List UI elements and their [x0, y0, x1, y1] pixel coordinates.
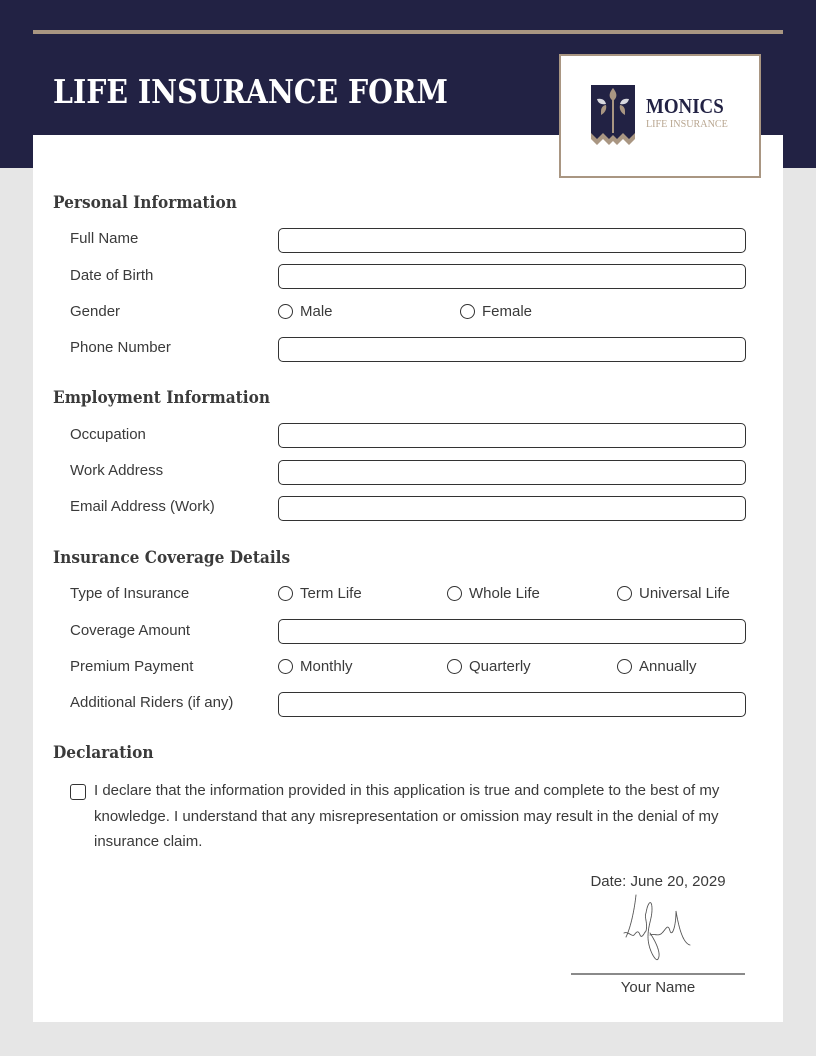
date-of-birth-label: Date of Birth [70, 267, 154, 284]
email-work-label: Email Address (Work) [70, 498, 215, 515]
email-work-input[interactable] [278, 496, 746, 521]
type-of-insurance-label: Type of Insurance [70, 585, 190, 602]
radio-label: Term Life [300, 585, 362, 602]
radio-label: Quarterly [469, 658, 531, 675]
company-logo: MONICS LIFE INSURANCE [559, 54, 761, 178]
radio-label: Whole Life [469, 585, 540, 602]
radio-label: Universal Life [639, 585, 730, 602]
premium-radio-monthly[interactable]: Monthly [278, 658, 353, 675]
radio-circle-icon[interactable] [278, 586, 293, 601]
gender-label: Gender [70, 303, 121, 320]
work-address-label: Work Address [70, 462, 164, 479]
radio-circle-icon[interactable] [278, 659, 293, 674]
insurance-radio-whole-life[interactable]: Whole Life [447, 585, 540, 602]
additional-riders-input[interactable] [278, 692, 746, 717]
phone-number-input[interactable] [278, 337, 746, 362]
insurance-radio-universal-life[interactable]: Universal Life [617, 585, 730, 602]
declaration-text: I declare that the information provided … [94, 782, 720, 850]
declaration-checkbox[interactable] [70, 784, 86, 800]
radio-circle-icon[interactable] [447, 586, 462, 601]
radio-circle-icon[interactable] [447, 659, 462, 674]
premium-radio-annually[interactable]: Annually [617, 658, 697, 675]
gender-radio-male[interactable]: Male [278, 303, 333, 320]
occupation-input[interactable] [278, 423, 746, 448]
work-address-input[interactable] [278, 460, 746, 485]
radio-label: Monthly [300, 658, 353, 675]
insurance-radio-term-life[interactable]: Term Life [278, 585, 362, 602]
header-divider [33, 30, 783, 34]
page-title: LIFE INSURANCE FORM [53, 72, 448, 111]
coverage-amount-input[interactable] [278, 619, 746, 644]
logo-name: MONICS [646, 94, 724, 118]
section-title-declaration: Declaration [53, 743, 154, 762]
signature-line [571, 973, 745, 975]
radio-circle-icon[interactable] [617, 586, 632, 601]
signature-icon [623, 894, 691, 961]
phone-number-label: Phone Number [70, 339, 171, 356]
logo-subtitle: LIFE INSURANCE [646, 118, 728, 130]
radio-circle-icon[interactable] [617, 659, 632, 674]
radio-circle-icon[interactable] [278, 304, 293, 319]
occupation-label: Occupation [70, 426, 146, 443]
radio-label: Male [300, 303, 333, 320]
section-title-coverage: Insurance Coverage Details [53, 548, 291, 567]
section-title-employment: Employment Information [53, 388, 270, 407]
signature-date: Date: June 20, 2029 [590, 873, 726, 890]
additional-riders-label: Additional Riders (if any) [70, 694, 234, 711]
premium-payment-label: Premium Payment [70, 658, 194, 675]
full-name-input[interactable] [278, 228, 746, 253]
coverage-amount-label: Coverage Amount [70, 622, 191, 639]
full-name-label: Full Name [70, 230, 139, 247]
premium-radio-quarterly[interactable]: Quarterly [447, 658, 531, 675]
tree-banner-icon [591, 85, 635, 145]
gender-radio-female[interactable]: Female [460, 303, 532, 320]
signature-name: Your Name [620, 979, 696, 996]
radio-label: Female [482, 303, 533, 320]
radio-label: Annually [639, 658, 697, 675]
section-title-personal: Personal Information [53, 193, 237, 212]
date-of-birth-input[interactable] [278, 264, 746, 289]
radio-circle-icon[interactable] [460, 304, 475, 319]
